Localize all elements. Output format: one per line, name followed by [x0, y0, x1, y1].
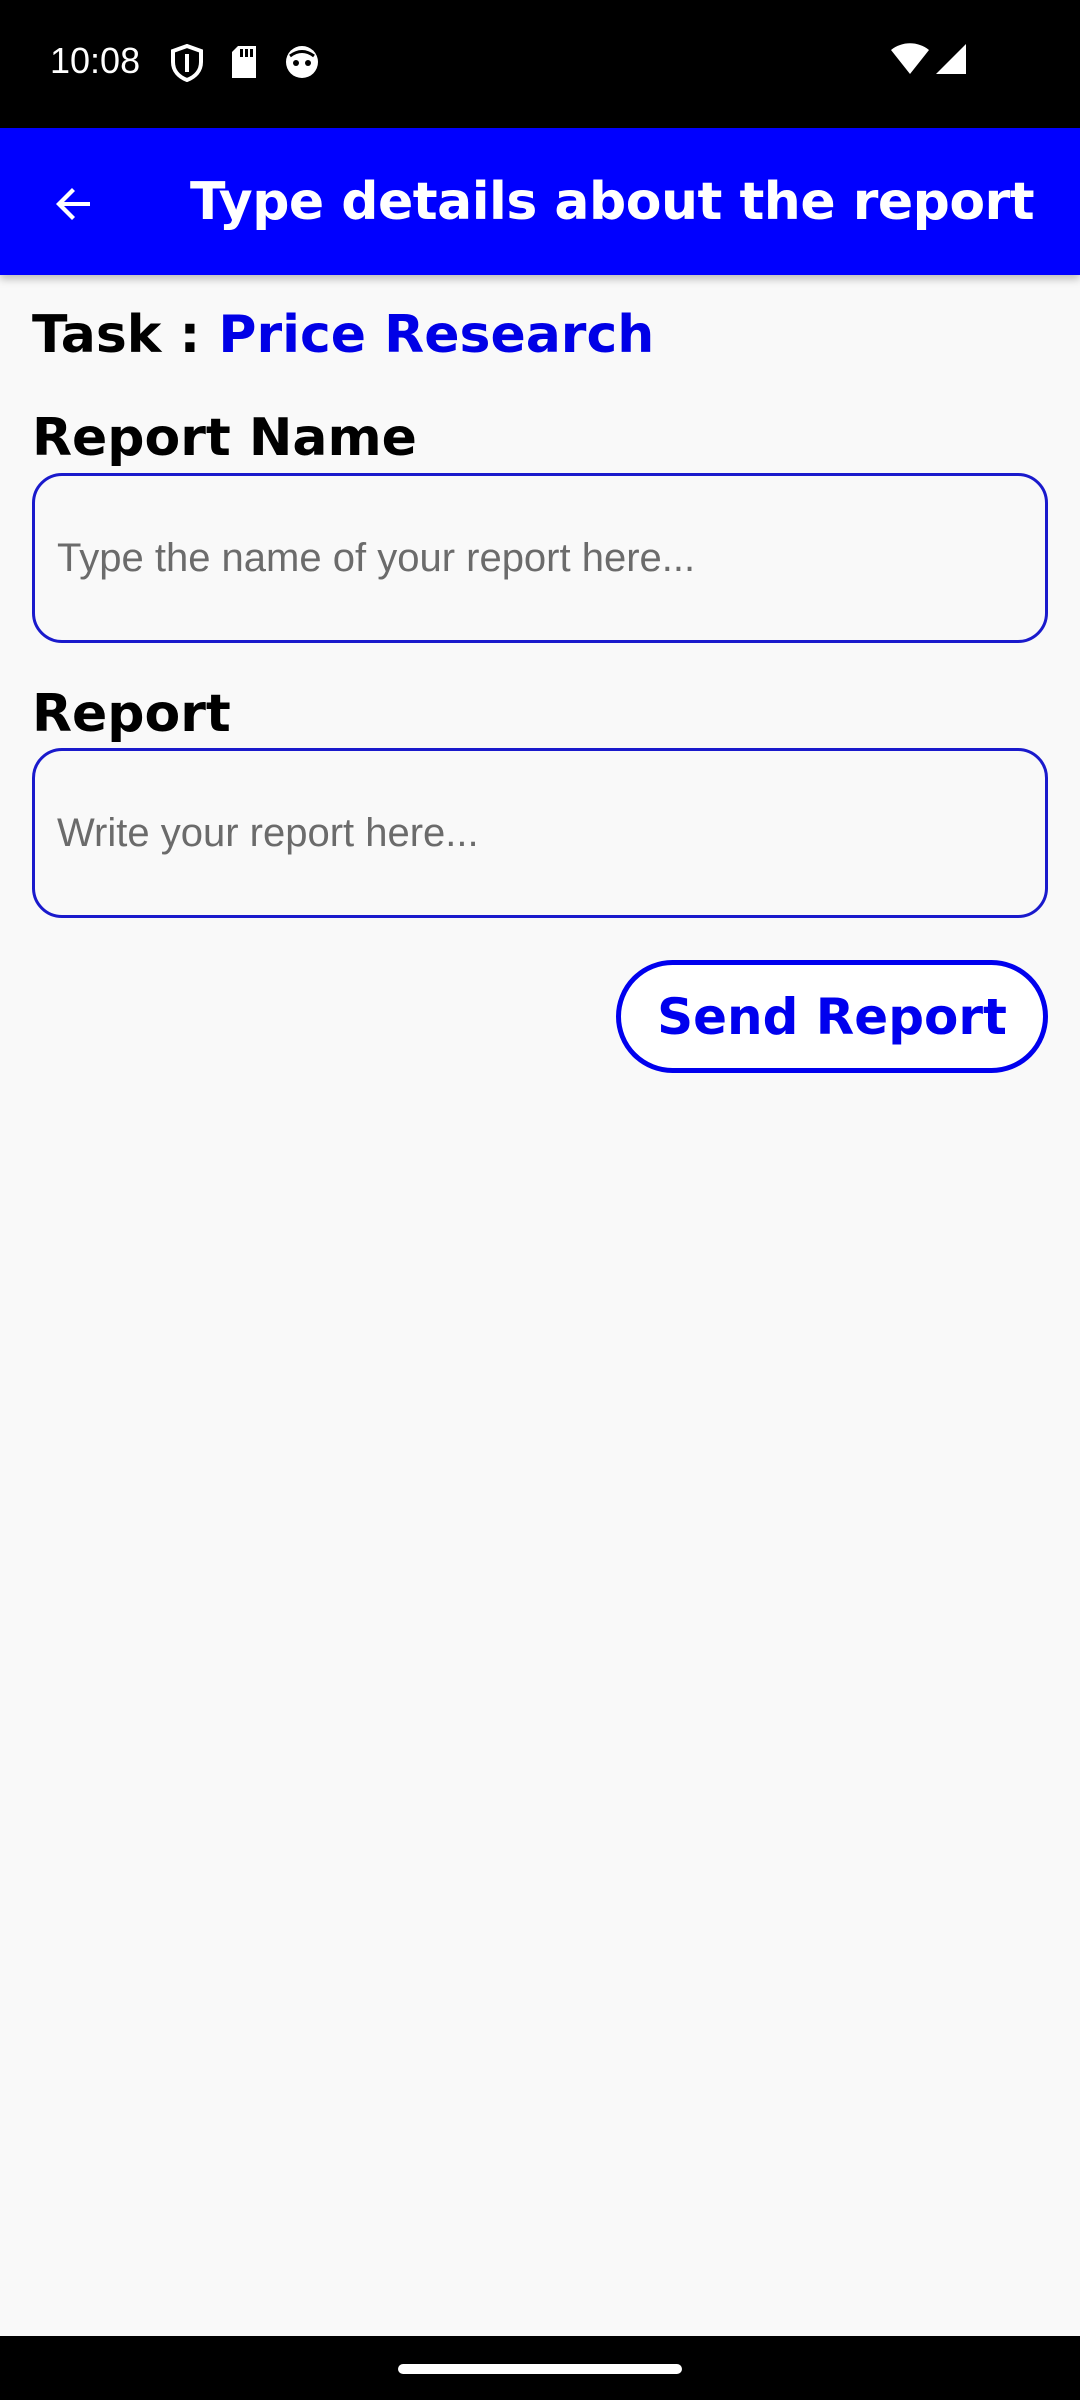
- arrow-back-icon: [50, 180, 98, 233]
- home-handle[interactable]: [398, 2364, 682, 2374]
- status-time: 10:08: [50, 40, 141, 81]
- report-name-field-container: [32, 473, 1048, 643]
- report-input[interactable]: [35, 751, 1045, 915]
- app-bar: Type details about the report: [0, 128, 1080, 275]
- task-name: Price Research: [218, 305, 655, 365]
- shield-icon: [170, 43, 204, 87]
- task-line: Task : Price Research: [32, 305, 654, 365]
- page-title: Type details about the report: [190, 171, 1035, 232]
- task-prefix: Task :: [32, 305, 219, 365]
- back-button[interactable]: [32, 164, 116, 248]
- report-name-label: Report Name: [32, 408, 417, 468]
- status-bar: 10:08: [0, 0, 1080, 128]
- wifi-icon: [890, 42, 930, 81]
- signal-icon: [934, 42, 968, 81]
- face-icon: [284, 44, 320, 85]
- report-name-input[interactable]: [35, 476, 1045, 640]
- report-label: Report: [32, 684, 231, 744]
- report-field-container: [32, 748, 1048, 918]
- send-report-button[interactable]: Send Report: [616, 960, 1048, 1073]
- sd-card-icon: [230, 44, 258, 85]
